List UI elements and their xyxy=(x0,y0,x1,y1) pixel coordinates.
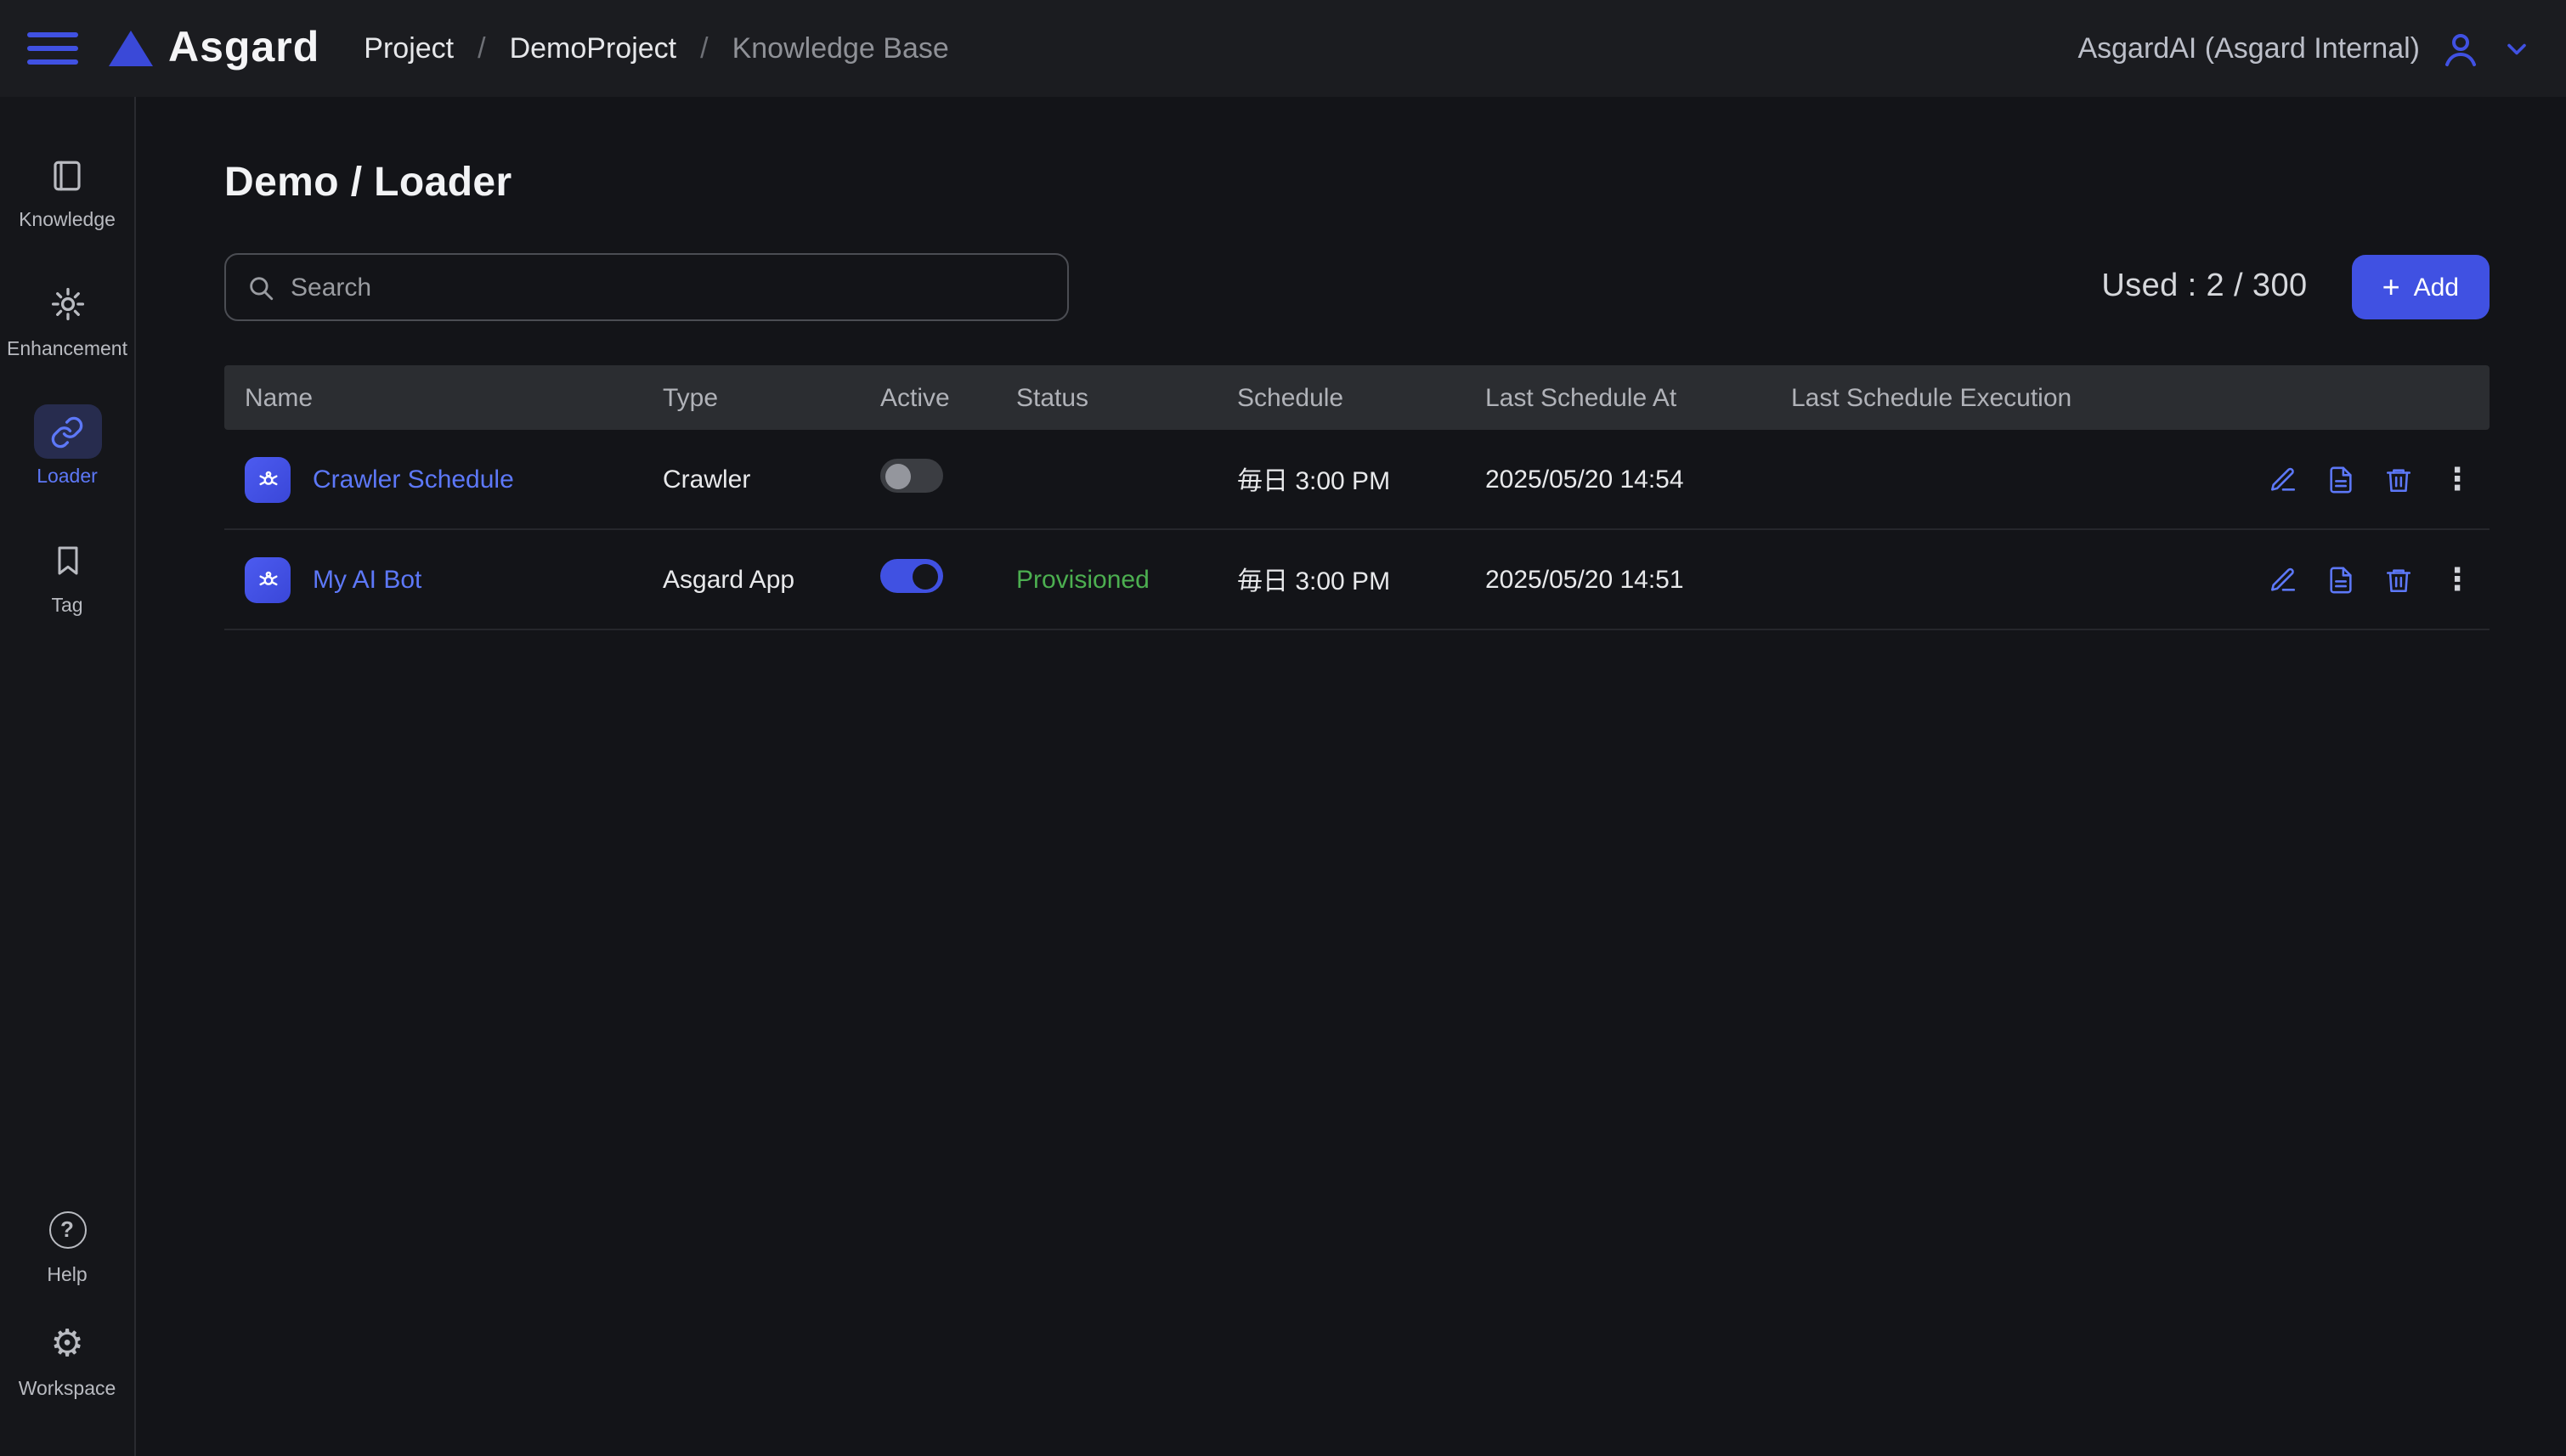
sidebar-item-tag[interactable]: Tag xyxy=(0,533,134,618)
loader-name-link[interactable]: My AI Bot xyxy=(313,565,421,594)
gear-icon: ⚙ xyxy=(33,1318,101,1372)
bookmark-icon xyxy=(33,533,101,588)
breadcrumb-demoproject[interactable]: DemoProject xyxy=(510,31,677,65)
row-actions: ⋮ xyxy=(2252,464,2490,494)
more-options-icon[interactable]: ⋮ xyxy=(2442,564,2473,595)
loader-type: Crawler xyxy=(642,465,860,494)
column-header-status: Status xyxy=(996,383,1217,412)
logo-triangle-icon xyxy=(109,31,153,66)
status-text: Provisioned xyxy=(996,565,1217,594)
sidebar-item-label: Workspace xyxy=(19,1380,116,1402)
sidebar-item-label: Loader xyxy=(37,468,98,489)
plus-icon: + xyxy=(2382,272,2400,302)
column-header-last-schedule-execution: Last Schedule Execution xyxy=(1771,383,2252,412)
edit-icon[interactable] xyxy=(2269,465,2298,494)
hamburger-menu-icon[interactable] xyxy=(27,26,78,71)
sidebar-item-knowledge[interactable]: Knowledge xyxy=(0,148,134,232)
column-header-schedule: Schedule xyxy=(1217,383,1465,412)
table-row: Crawler Schedule Crawler 毎日 3:00 PM 2025… xyxy=(224,430,2490,530)
loader-table: Name Type Active Status Schedule Last Sc… xyxy=(224,365,2490,630)
edit-icon[interactable] xyxy=(2269,565,2298,594)
table-row: My AI Bot Asgard App Provisioned 毎日 3:00… xyxy=(224,530,2490,630)
link-icon xyxy=(33,405,101,460)
sun-icon xyxy=(33,276,101,330)
breadcrumb-project[interactable]: Project xyxy=(364,31,454,65)
sidebar-item-help[interactable]: ? Help xyxy=(0,1202,134,1286)
add-button[interactable]: + Add xyxy=(2352,255,2490,319)
more-options-icon[interactable]: ⋮ xyxy=(2442,464,2473,494)
crawler-app-icon xyxy=(245,456,291,502)
search-input[interactable] xyxy=(291,273,1047,302)
column-header-last-schedule-at: Last Schedule At xyxy=(1465,383,1771,412)
topbar-right: AsgardAI (Asgard Internal) xyxy=(2077,28,2532,69)
schedule-text: 毎日 3:00 PM xyxy=(1217,562,1465,597)
logo-text: Asgard xyxy=(168,24,319,73)
document-icon[interactable] xyxy=(2326,465,2355,494)
sidebar-item-enhancement[interactable]: Enhancement xyxy=(0,276,134,360)
loader-type: Asgard App xyxy=(642,565,860,594)
sidebar-item-label: Knowledge xyxy=(19,211,116,232)
page-title: Demo / Loader xyxy=(224,160,2490,207)
column-header-active: Active xyxy=(860,383,996,412)
schedule-text: 毎日 3:00 PM xyxy=(1217,461,1465,497)
app-root: Asgard Project / DemoProject / Knowledge… xyxy=(0,0,2566,1456)
usage-counter: Used : 2 / 300 xyxy=(2101,268,2307,306)
last-schedule-at: 2025/05/20 14:51 xyxy=(1465,565,1771,594)
book-icon xyxy=(33,148,101,202)
last-schedule-at: 2025/05/20 14:54 xyxy=(1465,465,1771,494)
column-header-name: Name xyxy=(224,383,642,412)
delete-icon[interactable] xyxy=(2384,565,2413,594)
active-toggle[interactable] xyxy=(880,459,943,493)
breadcrumb-knowledge-base: Knowledge Base xyxy=(732,31,949,65)
delete-icon[interactable] xyxy=(2384,465,2413,494)
sidebar-item-loader[interactable]: Loader xyxy=(0,405,134,489)
search-icon xyxy=(246,273,275,302)
main-content: Demo / Loader Used : 2 / 300 + Add Name xyxy=(138,97,2566,1456)
sidebar-bottom: ? Help ⚙ Workspace xyxy=(0,1202,134,1432)
active-toggle[interactable] xyxy=(880,559,943,593)
column-header-type: Type xyxy=(642,383,860,412)
top-bar: Asgard Project / DemoProject / Knowledge… xyxy=(0,0,2566,97)
help-icon: ? xyxy=(33,1202,101,1256)
toolbar: Used : 2 / 300 + Add xyxy=(224,253,2490,321)
user-avatar-icon[interactable] xyxy=(2440,28,2481,69)
chevron-down-icon[interactable] xyxy=(2501,33,2532,64)
breadcrumb-separator: / xyxy=(478,31,485,65)
account-label: AsgardAI (Asgard Internal) xyxy=(2077,31,2420,65)
app-logo[interactable]: Asgard xyxy=(109,24,319,73)
sidebar-item-label: Enhancement xyxy=(7,339,127,360)
document-icon[interactable] xyxy=(2326,565,2355,594)
sidebar-item-workspace[interactable]: ⚙ Workspace xyxy=(0,1318,134,1402)
crawler-app-icon xyxy=(245,556,291,602)
sidebar-item-label: Tag xyxy=(51,596,82,618)
loader-name-link[interactable]: Crawler Schedule xyxy=(313,465,514,494)
row-actions: ⋮ xyxy=(2252,564,2490,595)
add-button-label: Add xyxy=(2414,273,2459,302)
table-header-row: Name Type Active Status Schedule Last Sc… xyxy=(224,365,2490,430)
breadcrumb-separator: / xyxy=(700,31,708,65)
breadcrumb: Project / DemoProject / Knowledge Base xyxy=(364,31,949,65)
sidebar: Knowledge Enhancement Loa xyxy=(0,97,136,1456)
search-box[interactable] xyxy=(224,253,1069,321)
sidebar-item-label: Help xyxy=(47,1265,87,1286)
